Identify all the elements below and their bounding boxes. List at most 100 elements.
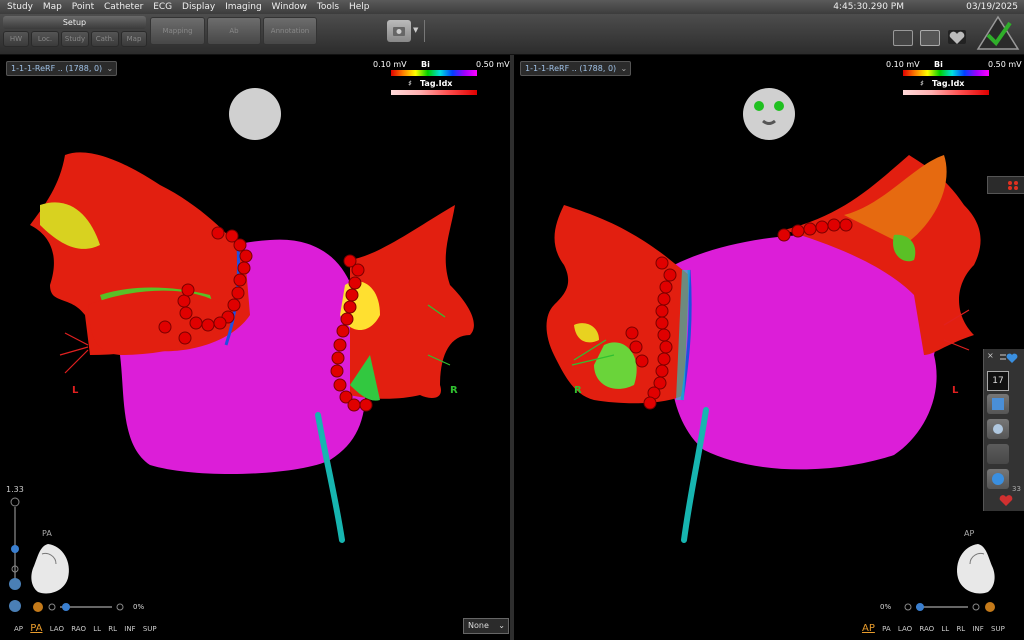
catheter-icon[interactable] (920, 30, 940, 46)
setup-tab[interactable]: Setup (3, 16, 146, 29)
right-time-slider[interactable] (898, 600, 998, 614)
menu-catheter[interactable]: Catheter (104, 0, 143, 14)
left-zoom-value: 1.33 (6, 485, 24, 494)
right-tag-label: Tag.Idx (932, 79, 965, 88)
left-preset-rao[interactable]: RAO (71, 625, 86, 633)
heart-list-icon[interactable] (998, 351, 1020, 365)
left-3d-view[interactable]: 1-1-1-ReRF .. (1788, 0) ⌄ 0.10 mV Bi 0.50… (0, 55, 510, 640)
menu-point[interactable]: Point (72, 0, 94, 14)
ablation-button[interactable]: Ab (207, 17, 261, 45)
right-preset-sup[interactable]: SUP (991, 625, 1005, 633)
globe-icon (992, 473, 1004, 485)
left-heart-thumbnail-icon (31, 544, 69, 594)
left-percent: 0% (133, 603, 145, 611)
left-preset-sup[interactable]: SUP (143, 625, 157, 633)
menu-tools[interactable]: Tools (317, 0, 339, 14)
right-map-name: 1-1-1-ReRF .. (1788, 0) (525, 64, 617, 73)
camera-dropdown-chevron-icon[interactable]: ▼ (413, 26, 418, 34)
left-heart-map[interactable] (0, 55, 510, 640)
right-map-selector[interactable]: 1-1-1-ReRF .. (1788, 0) ⌄ (520, 61, 632, 76)
right-preset-rao[interactable]: RAO (919, 625, 934, 633)
grid-dots-icon (1008, 181, 1018, 190)
left-preset-inf[interactable]: INF (124, 625, 135, 633)
tab-loc[interactable]: Loc. (31, 31, 59, 47)
chevron-down-icon: ⌄ (620, 64, 628, 73)
tab-study[interactable]: Study (61, 31, 89, 47)
menu-display[interactable]: Display (182, 0, 215, 14)
tab-hw[interactable]: HW (3, 31, 29, 47)
heart-icon[interactable] (948, 30, 966, 44)
mapping-button[interactable]: Mapping (150, 17, 205, 45)
left-preset-rl[interactable]: RL (108, 625, 117, 633)
side-value: 33 (1012, 485, 1021, 493)
side-tool-panel: × 17 33 (983, 349, 1024, 511)
menu-map[interactable]: Map (43, 0, 62, 14)
chevron-down-icon: ⌄ (498, 621, 505, 630)
left-voltage-colorbar (391, 70, 477, 76)
monitor-icon[interactable] (893, 30, 913, 46)
right-preset-rl[interactable]: RL (956, 625, 965, 633)
close-icon[interactable]: × (987, 351, 994, 360)
status-date: 03/19/2025 (966, 2, 1018, 12)
tag-icon: ♯ (920, 79, 924, 88)
right-tag-colorbar (903, 90, 989, 95)
tag-count-field[interactable]: 17 (987, 371, 1009, 391)
menu-ecg[interactable]: ECG (153, 0, 172, 14)
right-voltage-colorbar (903, 70, 989, 76)
camera-icon (393, 27, 405, 36)
menu-help[interactable]: Help (349, 0, 370, 14)
none-dropdown-value: None (468, 621, 489, 630)
status-clock: 4:45:30.290 PM (833, 2, 904, 12)
right-orientation-face-icon (743, 88, 795, 140)
left-tag-colorbar (391, 90, 477, 95)
menu-imaging[interactable]: Imaging (225, 0, 262, 14)
right-percent: 0% (880, 603, 892, 611)
left-preset-pa[interactable]: PA (30, 623, 42, 634)
left-orient-L: L (72, 385, 79, 396)
left-preset-lao[interactable]: LAO (50, 625, 64, 633)
right-preset-inf[interactable]: INF (972, 625, 983, 633)
left-preset-ap[interactable]: AP (14, 625, 23, 633)
grid-icon (992, 398, 1004, 410)
right-preset-ap[interactable]: AP (862, 623, 875, 634)
globe-tool-button[interactable] (987, 469, 1009, 489)
menu-window[interactable]: Window (272, 0, 308, 14)
tag-icon: ♯ (408, 79, 412, 88)
right-view-presets: AP PA LAO RAO LL RL INF SUP (862, 623, 1010, 634)
left-preset-ll[interactable]: LL (93, 625, 101, 633)
catheter-tool-button[interactable] (987, 419, 1009, 439)
left-orient-R: R (450, 385, 458, 396)
heart-tool-icon[interactable] (996, 494, 1016, 508)
map-grid-button[interactable] (987, 394, 1009, 414)
left-view-presets: AP PA LAO RAO LL RL INF SUP (14, 623, 162, 634)
left-zoom-down-icon[interactable] (8, 577, 22, 617)
right-preset-lao[interactable]: LAO (898, 625, 912, 633)
mini-tool-panel[interactable] (987, 176, 1024, 194)
tab-cath[interactable]: Cath. (91, 31, 119, 47)
annotation-button[interactable]: Annotation (263, 17, 317, 45)
left-legend-min: 0.10 mV (373, 60, 407, 69)
disabled-tool-button[interactable] (987, 444, 1009, 464)
right-preset-pa[interactable]: PA (882, 625, 891, 633)
left-time-slider[interactable] (32, 600, 132, 614)
right-heart-map[interactable] (514, 55, 1024, 640)
toolbar-separator (424, 20, 425, 42)
right-legend-min: 0.10 mV (886, 60, 920, 69)
right-3d-view[interactable]: 1-1-1-ReRF .. (1788, 0) ⌄ 0.10 mV Bi 0.50… (514, 55, 1024, 640)
camera-button[interactable] (387, 20, 411, 42)
left-tag-label: Tag.Idx (420, 79, 453, 88)
left-legend-max: 0.50 mV (476, 60, 510, 69)
tab-map[interactable]: Map (121, 31, 147, 47)
menu-study[interactable]: Study (7, 0, 33, 14)
right-legend-max: 0.50 mV (988, 60, 1022, 69)
left-orientation-head-icon (229, 88, 281, 140)
system-ok-icon[interactable] (976, 15, 1020, 51)
none-dropdown[interactable]: None ⌄ (463, 618, 509, 634)
right-orient-L: L (952, 385, 959, 396)
toolbar: Setup HW Loc. Study Cath. Map Mapping Ab… (0, 14, 1024, 55)
right-preset-ll[interactable]: LL (941, 625, 949, 633)
left-map-name: 1-1-1-ReRF .. (1788, 0) (11, 64, 103, 73)
left-map-selector[interactable]: 1-1-1-ReRF .. (1788, 0) ⌄ (6, 61, 118, 76)
chevron-down-icon: ⌄ (106, 64, 114, 73)
left-legend-title: Bi (421, 60, 430, 69)
